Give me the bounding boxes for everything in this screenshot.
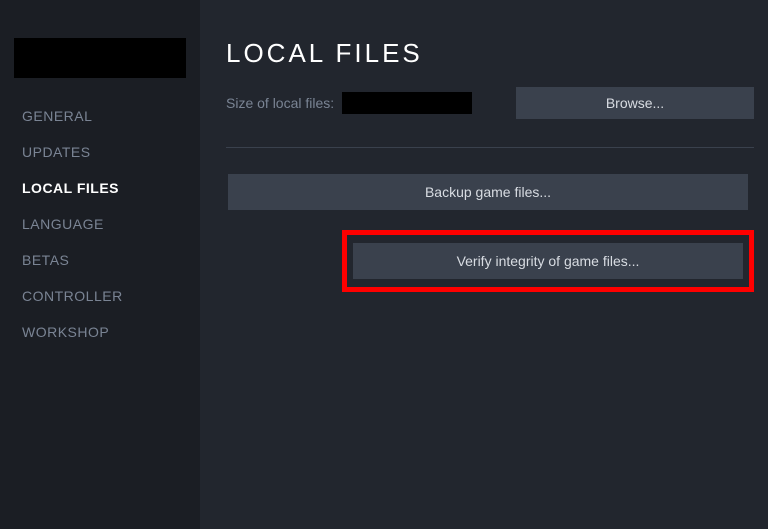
verify-integrity-button[interactable]: Verify integrity of game files... <box>353 243 743 279</box>
backup-button[interactable]: Backup game files... <box>228 174 748 210</box>
sidebar-item-updates[interactable]: UPDATES <box>0 134 200 170</box>
browse-button[interactable]: Browse... <box>516 87 754 119</box>
divider <box>226 147 754 148</box>
sidebar-item-local-files[interactable]: LOCAL FILES <box>0 170 200 206</box>
size-value-placeholder <box>342 92 472 114</box>
sidebar-item-betas[interactable]: BETAS <box>0 242 200 278</box>
page-title: LOCAL FILES <box>226 38 754 69</box>
sidebar: GENERAL UPDATES LOCAL FILES LANGUAGE BET… <box>0 0 200 529</box>
highlight-annotation: Verify integrity of game files... <box>342 230 754 292</box>
sidebar-item-controller[interactable]: CONTROLLER <box>0 278 200 314</box>
action-container: Backup game files... Verify integrity of… <box>226 174 754 292</box>
main-content: LOCAL FILES Size of local files: Browse.… <box>200 0 768 529</box>
size-row: Size of local files: Browse... <box>226 87 754 119</box>
size-label: Size of local files: <box>226 95 334 111</box>
game-title-placeholder <box>14 38 186 78</box>
sidebar-item-language[interactable]: LANGUAGE <box>0 206 200 242</box>
sidebar-item-workshop[interactable]: WORKSHOP <box>0 314 200 350</box>
sidebar-item-general[interactable]: GENERAL <box>0 98 200 134</box>
